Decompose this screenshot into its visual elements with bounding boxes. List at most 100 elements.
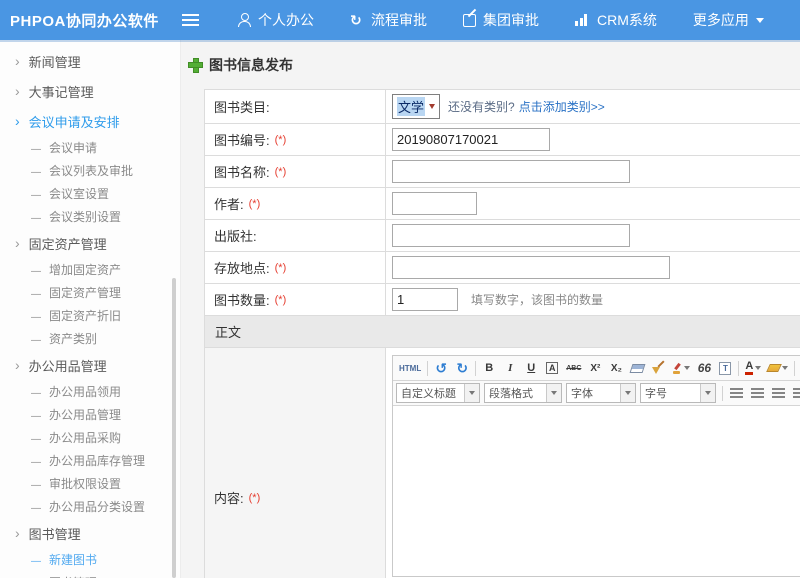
font-color-button[interactable]: A xyxy=(742,359,764,378)
category-label: 图书类目: xyxy=(205,90,386,123)
publisher-input[interactable] xyxy=(392,224,630,247)
sidebar-item-new-book[interactable]: 新建图书 xyxy=(0,548,180,571)
menu-label: 个人办公 xyxy=(258,10,314,30)
sidebar-item-supplies-purchase[interactable]: 办公用品采购 xyxy=(0,426,180,449)
sidebar-item-label: 办公用品分类设置 xyxy=(49,498,145,515)
book-no-input[interactable] xyxy=(392,128,550,151)
body-section-header: 正文 xyxy=(205,316,800,348)
superscript-button[interactable]: X² xyxy=(585,359,605,378)
dash-icon xyxy=(31,477,41,491)
font-family-select[interactable]: 字体 xyxy=(566,383,636,403)
sidebar-group-fixed-assets[interactable]: 固定资产管理 xyxy=(0,228,180,258)
sidebar-group-books[interactable]: 图书管理 xyxy=(0,518,180,548)
blockquote-button[interactable]: 66 xyxy=(694,359,714,378)
flow-icon: ↻ xyxy=(350,13,364,27)
sidebar-item-supplies-classification[interactable]: 办公用品分类设置 xyxy=(0,495,180,518)
paste-plain-button[interactable] xyxy=(715,359,735,378)
book-name-input[interactable] xyxy=(392,160,630,183)
menu-label: 更多应用 xyxy=(693,10,749,30)
dash-icon xyxy=(31,408,41,422)
align-center-button[interactable] xyxy=(747,384,767,403)
dash-icon xyxy=(31,286,41,300)
sidebar-group-label: 图书管理 xyxy=(29,524,81,543)
menu-item-more-apps[interactable]: 更多应用 xyxy=(693,10,764,30)
menu-item-group-approval[interactable]: 集团审批 xyxy=(463,10,539,30)
align-left-icon xyxy=(730,388,743,398)
paragraph-format-select[interactable]: 段落格式 xyxy=(484,383,562,403)
bold-button[interactable]: B xyxy=(479,359,499,378)
clipboard-icon xyxy=(719,362,731,375)
custom-title-select[interactable]: 自定义标题 xyxy=(396,383,480,403)
format-painter-button[interactable] xyxy=(669,359,693,378)
align-left-button[interactable] xyxy=(726,384,746,403)
sidebar-item-label: 会议列表及审批 xyxy=(49,162,133,179)
menu-label: 集团审批 xyxy=(483,10,539,30)
add-category-link[interactable]: 点击添加类别>> xyxy=(519,98,605,115)
sidebar-item-approval-permission[interactable]: 审批权限设置 xyxy=(0,472,180,495)
sidebar-item-asset-depreciation[interactable]: 固定资产折旧 xyxy=(0,304,180,327)
author-input[interactable] xyxy=(392,192,477,215)
sidebar-group-office-supplies[interactable]: 办公用品管理 xyxy=(0,350,180,380)
sidebar-item-asset-category[interactable]: 资产类别 xyxy=(0,327,180,350)
publisher-label: 出版社: xyxy=(205,220,386,251)
required-mark: (*) xyxy=(275,134,287,146)
sidebar-item-book-manage[interactable]: 图书管理 xyxy=(0,571,180,578)
form-row-author: 作者: (*) xyxy=(205,188,800,220)
subscript-button[interactable]: X₂ xyxy=(606,359,626,378)
strikethrough-button[interactable]: ABC xyxy=(563,359,584,378)
font-size-select[interactable]: 字号 xyxy=(640,383,716,403)
menu-item-workflow-approval[interactable]: ↻ 流程审批 xyxy=(350,10,427,30)
sidebar-item-supplies-inventory[interactable]: 办公用品库存管理 xyxy=(0,449,180,472)
sidebar-scrollbar[interactable] xyxy=(172,278,176,578)
html-source-button[interactable]: HTML xyxy=(396,359,424,378)
align-justify-button[interactable] xyxy=(789,384,800,403)
location-input[interactable] xyxy=(392,256,670,279)
sidebar-group-news[interactable]: 新闻管理 xyxy=(0,46,180,76)
category-select[interactable]: 文学 xyxy=(392,94,440,119)
chevron-right-icon xyxy=(15,358,20,372)
clear-format-button[interactable] xyxy=(648,359,668,378)
undo-button[interactable]: ↺ xyxy=(431,359,451,378)
dash-icon xyxy=(31,385,41,399)
dash-icon xyxy=(31,164,41,178)
align-right-button[interactable] xyxy=(768,384,788,403)
sidebar-item-add-asset[interactable]: 增加固定资产 xyxy=(0,258,180,281)
eraser-button[interactable] xyxy=(627,359,647,378)
sidebar-group-label: 新闻管理 xyxy=(29,52,81,71)
dash-icon xyxy=(31,431,41,445)
page-title-text: 图书信息发布 xyxy=(209,55,293,75)
italic-button[interactable]: I xyxy=(500,359,520,378)
form-row-publisher: 出版社: xyxy=(205,220,800,252)
sidebar-group-memorabilia[interactable]: 大事记管理 xyxy=(0,76,180,106)
topbar: PHPOA协同办公软件 个人办公 ↻ 流程审批 集团审批 CRM系统 更多应用 xyxy=(0,0,800,40)
highlight-button[interactable] xyxy=(765,359,791,378)
dash-icon xyxy=(31,332,41,346)
editor-content[interactable] xyxy=(393,406,800,576)
quantity-input[interactable] xyxy=(392,288,458,311)
select-caret-icon xyxy=(429,104,435,109)
content-label: 内容: (*) xyxy=(205,348,386,578)
form-row-content: 内容: (*) HTML ↺ ↻ B I U A xyxy=(205,348,800,578)
form-row-category: 图书类目: 文学 还没有类别? 点击添加类别>> xyxy=(205,90,800,124)
menu-item-personal-office[interactable]: 个人办公 xyxy=(238,10,314,30)
sidebar-group-meeting[interactable]: 会议申请及安排 xyxy=(0,106,180,136)
sidebar-item-label: 图书管理 xyxy=(49,574,97,578)
dash-icon xyxy=(31,263,41,277)
redo-button[interactable]: ↻ xyxy=(452,359,472,378)
sidebar-item-supplies-claim[interactable]: 办公用品领用 xyxy=(0,380,180,403)
page-title: 图书信息发布 xyxy=(189,55,800,75)
editor-toolbar-row2: 自定义标题 段落格式 字体 字号 xyxy=(393,381,800,406)
menu-toggle-button[interactable] xyxy=(170,14,210,26)
underline-button[interactable]: U xyxy=(521,359,541,378)
sidebar-item-supplies-manage[interactable]: 办公用品管理 xyxy=(0,403,180,426)
sidebar-item-meeting-apply[interactable]: 会议申请 xyxy=(0,136,180,159)
chevron-right-icon xyxy=(15,236,20,250)
sidebar-item-label: 资产类别 xyxy=(49,330,97,347)
sidebar-item-asset-manage[interactable]: 固定资产管理 xyxy=(0,281,180,304)
sidebar-item-meeting-category[interactable]: 会议类别设置 xyxy=(0,205,180,228)
sidebar-item-meeting-room[interactable]: 会议室设置 xyxy=(0,182,180,205)
sidebar-item-meeting-list[interactable]: 会议列表及审批 xyxy=(0,159,180,182)
menu-item-crm-system[interactable]: CRM系统 xyxy=(575,10,657,30)
autotypeset-button[interactable]: A xyxy=(542,359,562,378)
align-right-icon xyxy=(772,388,785,398)
